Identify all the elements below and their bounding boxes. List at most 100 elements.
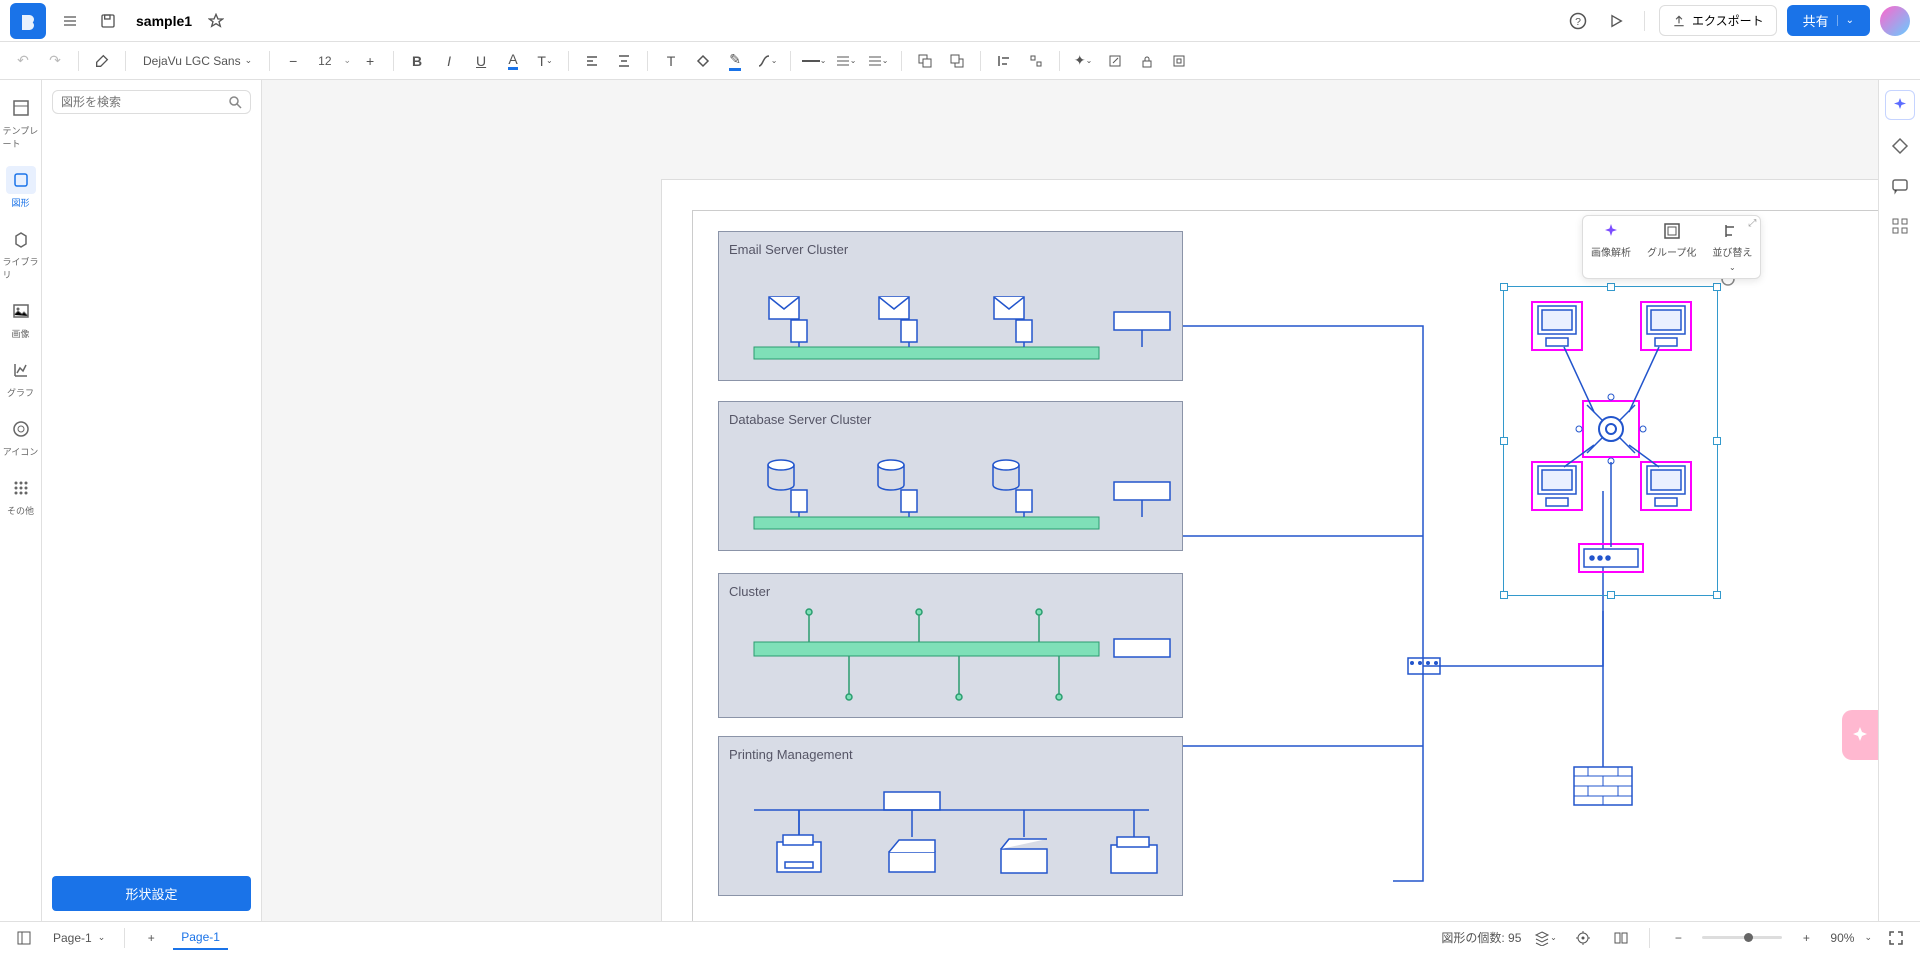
shapes-icon [12, 171, 30, 189]
cluster-printing[interactable]: Printing Management [718, 736, 1183, 896]
export-label: エクスポート [1692, 12, 1764, 29]
library-icon [12, 230, 30, 248]
fullscreen-icon[interactable] [1882, 924, 1910, 952]
add-page-icon[interactable]: + [137, 924, 165, 952]
text-tool-icon[interactable]: T [658, 48, 684, 74]
ai-sparkle-button[interactable] [1885, 90, 1915, 120]
svg-text:?: ? [1575, 15, 1581, 27]
cluster-database[interactable]: Database Server Cluster [718, 401, 1183, 551]
apps-icon[interactable] [1886, 212, 1914, 240]
help-icon[interactable]: ? [1564, 7, 1592, 35]
layers-icon[interactable]: ⌄ [1531, 924, 1559, 952]
underline-icon[interactable]: U [468, 48, 494, 74]
page-tab[interactable]: Page-1 [173, 926, 228, 950]
zoom-value[interactable]: 90% [1830, 931, 1854, 945]
share-label: 共有 [1803, 11, 1829, 30]
chevron-down-icon: ⌄ [344, 55, 352, 66]
nav-charts[interactable]: グラフ [3, 350, 39, 405]
focus-icon[interactable] [1569, 924, 1597, 952]
align-h-icon[interactable] [579, 48, 605, 74]
chevron-down-icon: ⌄ [98, 932, 106, 943]
format-toolbar: ↶ ↷ DejaVu LGC Sans ⌄ − 12 ⌄ + B I U A T… [0, 42, 1920, 80]
selection-group[interactable] [1503, 286, 1718, 596]
play-icon[interactable] [1602, 7, 1630, 35]
sparkle-icon [1602, 222, 1620, 240]
share-button[interactable]: 共有 ⌄ [1787, 5, 1870, 36]
distribute-icon[interactable] [1023, 48, 1049, 74]
selection-context-toolbar: ⤢ 画像解析 グループ化 並び替え ⌄ [1582, 215, 1761, 279]
redo-icon[interactable]: ↷ [42, 48, 68, 74]
chart-icon [12, 361, 30, 379]
grid-icon [12, 479, 30, 497]
chevron-down-icon: ⌄ [1729, 263, 1736, 272]
fontsize-increase-icon[interactable]: + [357, 48, 383, 74]
canvas[interactable]: Email Server Cluster [262, 80, 1878, 921]
undo-icon[interactable]: ↶ [10, 48, 36, 74]
nav-shapes[interactable]: 図形 [3, 160, 39, 215]
save-icon[interactable] [94, 7, 122, 35]
shape-search[interactable] [52, 90, 251, 114]
export-button[interactable]: エクスポート [1659, 5, 1777, 36]
line-style-icon[interactable]: ⌄ [801, 48, 827, 74]
text-options-icon[interactable]: T⌄ [532, 48, 558, 74]
menu-icon[interactable] [56, 7, 84, 35]
format-painter-icon[interactable] [89, 48, 115, 74]
firewall-icon[interactable] [1573, 766, 1633, 806]
cluster-email[interactable]: Email Server Cluster [718, 231, 1183, 381]
left-nav: テンプレート 図形 ライブラリ 画像 グラフ アイコン その他 [0, 80, 42, 921]
nav-library[interactable]: ライブラリ [3, 219, 39, 287]
nav-more[interactable]: その他 [3, 468, 39, 523]
ctx-ai-analyze[interactable]: 画像解析 [1583, 216, 1639, 278]
fill-icon[interactable] [690, 48, 716, 74]
file-name[interactable]: sample1 [136, 13, 192, 29]
right-rail [1878, 80, 1920, 921]
effects-icon[interactable]: ✦⌄ [1070, 48, 1096, 74]
app-logo[interactable] [10, 3, 46, 39]
template-icon [12, 99, 30, 117]
nav-templates[interactable]: テンプレート [3, 88, 39, 156]
outline-icon[interactable] [10, 924, 38, 952]
nav-icons[interactable]: アイコン [3, 409, 39, 464]
font-color-icon[interactable]: A [500, 48, 526, 74]
italic-icon[interactable]: I [436, 48, 462, 74]
cluster-generic[interactable]: Cluster [718, 573, 1183, 718]
shape-settings-button[interactable]: 形状設定 [52, 876, 251, 911]
search-input[interactable] [61, 95, 222, 109]
line-weight-icon[interactable]: ⌄ [833, 48, 859, 74]
connector-icon[interactable]: ⌄ [754, 48, 780, 74]
bold-icon[interactable]: B [404, 48, 430, 74]
font-size-value[interactable]: 12 [312, 54, 337, 68]
highlight-icon[interactable]: ✎ [722, 48, 748, 74]
top-bar: sample1 ? エクスポート 共有 ⌄ [0, 0, 1920, 42]
chevron-down-icon: ⌄ [1837, 15, 1854, 26]
lock-icon[interactable] [1134, 48, 1160, 74]
zoom-slider[interactable] [1702, 936, 1782, 939]
status-bar: Page-1 ⌄ + Page-1 図形の個数: 95 ⌄ − + 90% ⌄ [0, 921, 1920, 953]
bring-front-icon[interactable] [912, 48, 938, 74]
close-icon[interactable]: ⤢ [1748, 218, 1756, 229]
book-icon[interactable] [1607, 924, 1635, 952]
edit-icon[interactable] [1102, 48, 1128, 74]
line-spacing-icon[interactable]: ⌄ [865, 48, 891, 74]
star-icon[interactable] [202, 7, 230, 35]
ctx-group[interactable]: グループ化 [1639, 216, 1704, 278]
page-select[interactable]: Page-1 ⌄ [46, 928, 112, 948]
align-left-icon[interactable] [991, 48, 1017, 74]
sparkle-icon [1850, 725, 1870, 745]
font-family-select[interactable]: DejaVu LGC Sans ⌄ [136, 51, 259, 71]
diagram-content: Email Server Cluster [692, 210, 1878, 921]
align-v-icon[interactable] [611, 48, 637, 74]
send-back-icon[interactable] [944, 48, 970, 74]
nav-images[interactable]: 画像 [3, 291, 39, 346]
user-avatar[interactable] [1880, 6, 1910, 36]
fontsize-decrease-icon[interactable]: − [280, 48, 306, 74]
comment-icon[interactable] [1886, 172, 1914, 200]
diamond-icon[interactable] [1886, 132, 1914, 160]
ai-assistant-button[interactable] [1842, 710, 1878, 760]
container-icon[interactable] [1166, 48, 1192, 74]
zoom-in-icon[interactable]: + [1792, 924, 1820, 952]
upload-icon [1672, 14, 1686, 28]
shape-count: 図形の個数: 95 [1441, 929, 1521, 946]
zoom-out-icon[interactable]: − [1664, 924, 1692, 952]
chevron-down-icon: ⌄ [1864, 932, 1872, 943]
